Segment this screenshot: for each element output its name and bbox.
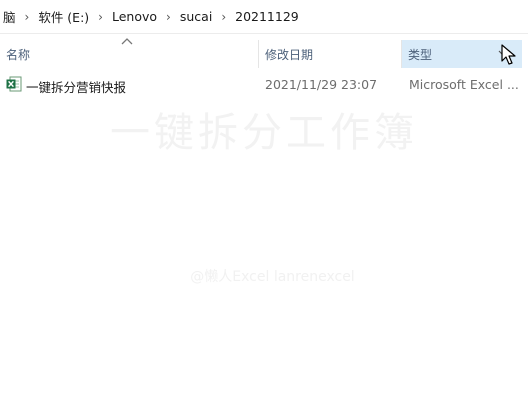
column-header-name[interactable]: 名称 xyxy=(0,40,258,68)
file-name: 一键拆分营销快报 xyxy=(26,80,127,95)
file-type: Microsoft Excel ... xyxy=(409,77,519,92)
column-header-date-modified[interactable]: 修改日期 xyxy=(259,40,401,68)
breadcrumb-item-pc[interactable]: 脑 xyxy=(0,7,19,26)
list-item[interactable]: 一键拆分营销快报 2021/11/29 23:07 Microsoft Exce… xyxy=(0,74,528,96)
file-explorer-window: 脑 › 软件 (E:) › Lenovo › sucai › 20211129 … xyxy=(0,0,528,408)
breadcrumb: 脑 › 软件 (E:) › Lenovo › sucai › 20211129 xyxy=(0,0,528,34)
breadcrumb-item-20211129[interactable]: 20211129 xyxy=(232,9,302,24)
watermark-subtitle: @懒人Excel lanrenexcel xyxy=(190,269,355,285)
mouse-cursor-icon xyxy=(501,44,516,65)
column-header-label: 类型 xyxy=(408,47,433,62)
breadcrumb-separator[interactable]: › xyxy=(160,10,177,24)
breadcrumb-separator[interactable]: › xyxy=(215,10,232,24)
breadcrumb-item-sucai[interactable]: sucai xyxy=(177,9,215,24)
excel-file-icon xyxy=(6,76,22,92)
breadcrumb-separator[interactable]: › xyxy=(19,10,36,24)
column-header-label: 修改日期 xyxy=(265,47,314,62)
file-date-modified: 2021/11/29 23:07 xyxy=(265,77,378,92)
watermark-title: 一键拆分工作簿 xyxy=(110,110,418,156)
breadcrumb-separator[interactable]: › xyxy=(92,10,109,24)
breadcrumb-item-lenovo[interactable]: Lenovo xyxy=(109,9,160,24)
breadcrumb-item-drive-e[interactable]: 软件 (E:) xyxy=(35,7,92,26)
column-header-label: 名称 xyxy=(6,47,31,62)
